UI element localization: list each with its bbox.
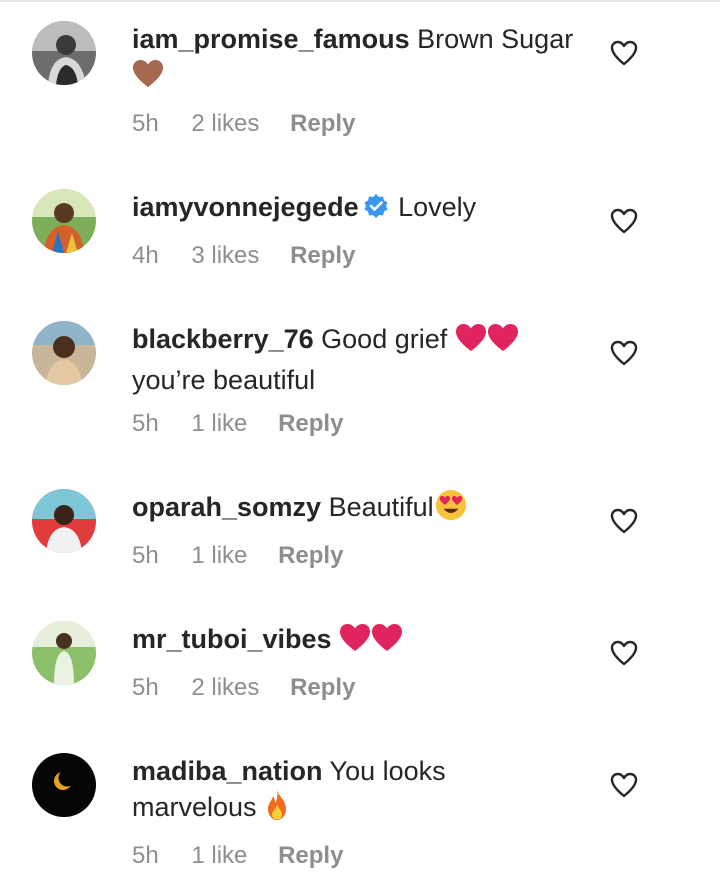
- heart-outline-icon: [610, 772, 638, 798]
- comment-username[interactable]: mr_tuboi_vibes: [132, 624, 332, 654]
- reply-button[interactable]: Reply: [278, 841, 343, 871]
- reply-button[interactable]: Reply: [278, 409, 343, 439]
- comment-likes[interactable]: 1 like: [191, 409, 247, 439]
- red-heart-emoji: [371, 623, 403, 662]
- comment-likes[interactable]: 2 likes: [191, 673, 259, 703]
- reply-button[interactable]: Reply: [290, 241, 355, 271]
- comment-text: oparah_somzy Beautiful: [132, 489, 582, 530]
- comment-username[interactable]: iam_promise_famous: [132, 24, 410, 54]
- comment-username[interactable]: blackberry_76: [132, 324, 314, 354]
- comment-time: 5h: [132, 842, 159, 869]
- heart-outline-icon: [610, 340, 638, 366]
- comment-username[interactable]: iamyvonnejegede: [132, 192, 359, 222]
- avatar[interactable]: [32, 621, 96, 685]
- reply-button[interactable]: Reply: [290, 673, 355, 703]
- heart-outline-icon: [610, 40, 638, 66]
- like-button[interactable]: [610, 640, 638, 666]
- comment-meta: 5h 1 like Reply: [132, 841, 343, 871]
- comment-time: 5h: [132, 410, 159, 437]
- red-heart-emoji: [455, 323, 487, 362]
- comment-message: Brown Sugar: [417, 24, 574, 54]
- avatar[interactable]: [32, 321, 96, 385]
- like-button[interactable]: [610, 208, 638, 234]
- red-heart-emoji: [339, 623, 371, 662]
- red-heart-emoji: [487, 323, 519, 362]
- comment-message-continued: you’re beautiful: [132, 365, 316, 395]
- comment-likes[interactable]: 2 likes: [191, 109, 259, 139]
- reply-button[interactable]: Reply: [278, 541, 343, 571]
- avatar[interactable]: [32, 21, 96, 85]
- comment-text: blackberry_76 Good grief you’re beautifu…: [132, 321, 582, 398]
- comment-time: 5h: [132, 542, 159, 569]
- like-button[interactable]: [610, 772, 638, 798]
- comment-text: iamyvonnejegede Lovely: [132, 189, 582, 228]
- like-button[interactable]: [610, 340, 638, 366]
- comment-text: madiba_nation You looks marvelous: [132, 753, 572, 830]
- heart-eyes-emoji: [434, 489, 468, 530]
- comment-meta: 5h 2 likes Reply: [132, 109, 355, 139]
- heart-outline-icon: [610, 208, 638, 234]
- reply-button[interactable]: Reply: [290, 109, 355, 139]
- avatar[interactable]: [32, 189, 96, 253]
- top-divider: [0, 0, 720, 2]
- comment-likes[interactable]: 1 like: [191, 841, 247, 871]
- comment-message: Good grief: [321, 324, 448, 354]
- heart-outline-icon: [610, 640, 638, 666]
- comment-time: 5h: [132, 674, 159, 701]
- comment-time: 4h: [132, 242, 159, 269]
- comment-username[interactable]: madiba_nation: [132, 756, 323, 786]
- comment-likes[interactable]: 1 like: [191, 541, 247, 571]
- like-button[interactable]: [610, 40, 638, 66]
- comment-time: 5h: [132, 110, 159, 137]
- comment-username[interactable]: oparah_somzy: [132, 492, 321, 522]
- comment-meta: 5h 1 like Reply: [132, 541, 343, 571]
- like-button[interactable]: [610, 508, 638, 534]
- verified-badge-icon: [363, 192, 389, 228]
- comment-text: iam_promise_famous Brown Sugar: [132, 21, 582, 98]
- comment-message: Beautiful: [328, 492, 434, 522]
- comment-likes[interactable]: 3 likes: [191, 241, 259, 271]
- comment-text: mr_tuboi_vibes: [132, 621, 582, 662]
- avatar[interactable]: [32, 753, 96, 817]
- comment-message: Lovely: [398, 192, 477, 222]
- heart-outline-icon: [610, 508, 638, 534]
- comment-meta: 5h 2 likes Reply: [132, 673, 355, 703]
- fire-emoji: [264, 789, 290, 830]
- brown-heart-emoji: [132, 59, 164, 98]
- avatar[interactable]: [32, 489, 96, 553]
- comment-meta: 5h 1 like Reply: [132, 409, 343, 439]
- comment-meta: 4h 3 likes Reply: [132, 241, 355, 271]
